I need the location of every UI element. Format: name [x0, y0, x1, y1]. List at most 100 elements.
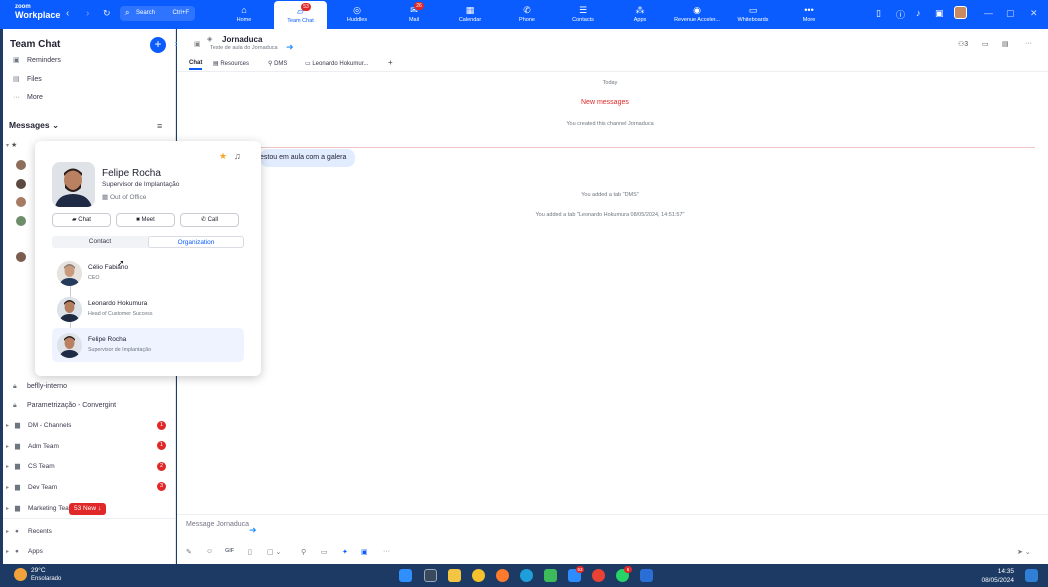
send-icon[interactable]: ➤ ⌄ — [1017, 548, 1031, 556]
group-marketing-team[interactable]: ▸ ▆ Marketing Team — [6, 504, 74, 512]
notification-bell-icon[interactable]: ♪ — [916, 8, 921, 18]
ai-companion-icon[interactable]: ✦ — [342, 548, 348, 556]
chat-button[interactable]: ▰ Chat — [52, 213, 111, 227]
channel-name[interactable]: Jornaduca — [222, 35, 262, 44]
format-icon[interactable]: ✎ — [186, 548, 192, 556]
contact-avatar[interactable] — [16, 160, 26, 170]
sticky-app-icon[interactable] — [472, 569, 485, 582]
nav-revenue-accelerator[interactable]: ◉ Revenue Acceler... — [667, 0, 727, 29]
phone-status-icon[interactable]: ▯ — [876, 8, 881, 19]
messages-header[interactable]: Messages ⌄ — [9, 120, 59, 131]
bell-icon[interactable]: ♫ — [234, 151, 241, 161]
close-icon[interactable]: ✕ — [1030, 8, 1038, 19]
sidebar-item-recents[interactable]: ▸ ● Recents — [6, 528, 52, 535]
new-messages-pill[interactable]: 53 New ↓ — [69, 503, 107, 515]
system-note: You added a tab "DMS" — [581, 192, 639, 198]
chrome-dev-icon[interactable] — [544, 569, 557, 582]
caret-down-icon: ▾ — [6, 143, 10, 149]
weather-sun-icon[interactable] — [14, 568, 27, 581]
nav-apps[interactable]: ⁂ Apps — [620, 0, 660, 29]
user-avatar[interactable] — [954, 6, 967, 19]
app-icon[interactable]: ▣ — [361, 548, 368, 556]
nav-whiteboards[interactable]: ▭ Whiteboards — [731, 0, 775, 29]
add-tab-button[interactable]: + — [388, 58, 393, 67]
back-arrow-icon[interactable]: ‹ — [66, 8, 69, 19]
message-bubble[interactable]: estou em aula com a galera — [260, 149, 356, 167]
video-call-icon[interactable]: ▭ — [982, 40, 989, 48]
star-icon[interactable]: ★ — [219, 151, 227, 162]
contact-avatar[interactable] — [16, 216, 26, 226]
minimize-icon[interactable]: — — [984, 8, 993, 18]
channel-item-parametrizacao[interactable]: 🔒︎ Parametrização - Convergint — [13, 402, 116, 410]
system-clock[interactable]: 14:35 08/05/2024 — [981, 567, 1014, 585]
emoji-icon[interactable]: ☺ — [206, 548, 213, 555]
filter-icon[interactable]: ≡ — [157, 121, 162, 131]
tab-chat[interactable]: Chat — [189, 60, 203, 70]
attach-file-icon[interactable]: ▯ — [248, 548, 252, 556]
contact-avatar[interactable] — [16, 252, 26, 262]
nav-mail[interactable]: ✉ Mail 26 — [394, 0, 434, 29]
nav-calendar[interactable]: ▦ Calendar — [450, 0, 490, 29]
starred-section[interactable]: ▾ ★ — [6, 141, 17, 149]
notification-center-icon[interactable] — [1025, 569, 1038, 582]
nav-huddles[interactable]: ◎ Huddles — [337, 0, 377, 29]
group-adm-team[interactable]: ▸ ▆ Adm Team — [6, 442, 59, 450]
nav-home[interactable]: ⌂ Home — [224, 0, 264, 29]
task-view-icon[interactable] — [424, 569, 437, 582]
forward-arrow-icon[interactable]: › — [86, 8, 89, 19]
windows-start-icon[interactable] — [399, 569, 412, 582]
channel-item-beflly-interno[interactable]: 🔒︎ beflly-interno — [13, 383, 67, 391]
sidebar-item-more[interactable]: ··· More — [13, 94, 43, 101]
search-box[interactable]: ⌕ Search Ctrl+F — [120, 6, 195, 21]
contact-avatar[interactable] — [16, 179, 26, 189]
sidebar-item-label: Apps — [28, 548, 43, 555]
maximize-icon[interactable]: ▢ — [1006, 8, 1015, 19]
new-pill-label: 53 New — [74, 505, 97, 512]
sidebar-item-apps[interactable]: ▸ ● Apps — [6, 548, 43, 555]
sidebar-item-files[interactable]: ▤ Files — [13, 75, 42, 83]
microphone-icon[interactable]: ⚲ — [301, 548, 306, 556]
meet-button[interactable]: ■ Meet — [116, 213, 175, 227]
history-icon[interactable]: ↻ — [103, 8, 111, 19]
group-dev-team[interactable]: ▸ ▆ Dev Team — [6, 483, 57, 491]
tab-leonardo[interactable]: ▭ Leonardo Hokumur... — [305, 60, 368, 67]
org-member[interactable]: Célio Fabiano CEO — [52, 256, 244, 290]
firefox-icon[interactable] — [496, 569, 509, 582]
button-label: Call — [207, 217, 219, 223]
group-dm-channels[interactable]: ▸ ▆ DM - Channels — [6, 421, 71, 429]
contact-avatar[interactable] — [16, 197, 26, 207]
group-cs-team[interactable]: ▸ ▆ CS Team — [6, 462, 55, 470]
members-button[interactable]: ⚇3 — [958, 40, 968, 48]
screen-share-icon[interactable]: ▣ — [935, 8, 944, 19]
edge-icon[interactable] — [520, 569, 533, 582]
message-composer[interactable]: Message Jornaduca ➜ ✎ ☺ GIF ▯ ▢ ⌄ ⚲ ▭ ✦ … — [177, 514, 1048, 564]
tab-organization[interactable]: Organization — [148, 236, 244, 248]
nav-label: Home — [236, 17, 252, 23]
new-messages-label: New messages — [575, 99, 635, 106]
org-member[interactable]: Leonardo Hokumura Head of Customer Succe… — [52, 292, 244, 326]
tab-contact[interactable]: Contact — [52, 236, 148, 248]
file-explorer-icon[interactable] — [448, 569, 461, 582]
help-icon[interactable]: ⓘ — [896, 8, 905, 21]
notes-app-icon[interactable] — [640, 569, 653, 582]
new-chat-button[interactable]: + — [150, 37, 166, 53]
call-button[interactable]: ✆ Call — [180, 213, 239, 227]
more-tools-icon[interactable]: ··· — [383, 548, 390, 555]
tab-resources[interactable]: ▤ Resources — [213, 60, 249, 67]
nav-contacts[interactable]: ☰ Contacts — [563, 0, 603, 29]
top-nav-bar: zoom Workplace ‹ › ↻ ⌕ Search Ctrl+F ⌂ H… — [0, 0, 1048, 29]
chrome-icon[interactable] — [592, 569, 605, 582]
sidebar-item-reminders[interactable]: ▣ Reminders — [13, 56, 61, 64]
more-options-icon[interactable]: ··· — [1025, 40, 1032, 47]
gif-icon[interactable]: GIF — [225, 548, 234, 554]
channel-panel-icon[interactable]: ▤ — [1002, 40, 1009, 48]
tab-dms[interactable]: ⚲ DMS — [268, 60, 287, 67]
group-label: CS Team — [28, 463, 55, 470]
nav-more[interactable]: ••• More — [789, 0, 829, 29]
screenshot-icon[interactable]: ▢ ⌄ — [267, 548, 281, 556]
nav-team-chat[interactable]: ▱ Team Chat 53 — [274, 1, 327, 29]
nav-phone[interactable]: ✆ Phone — [507, 0, 547, 29]
video-message-icon[interactable]: ▭ — [321, 548, 328, 556]
composer-input[interactable]: Message Jornaduca — [186, 521, 249, 528]
org-member-selected[interactable]: Felipe Rocha Supervisor de Implantação — [52, 328, 244, 362]
